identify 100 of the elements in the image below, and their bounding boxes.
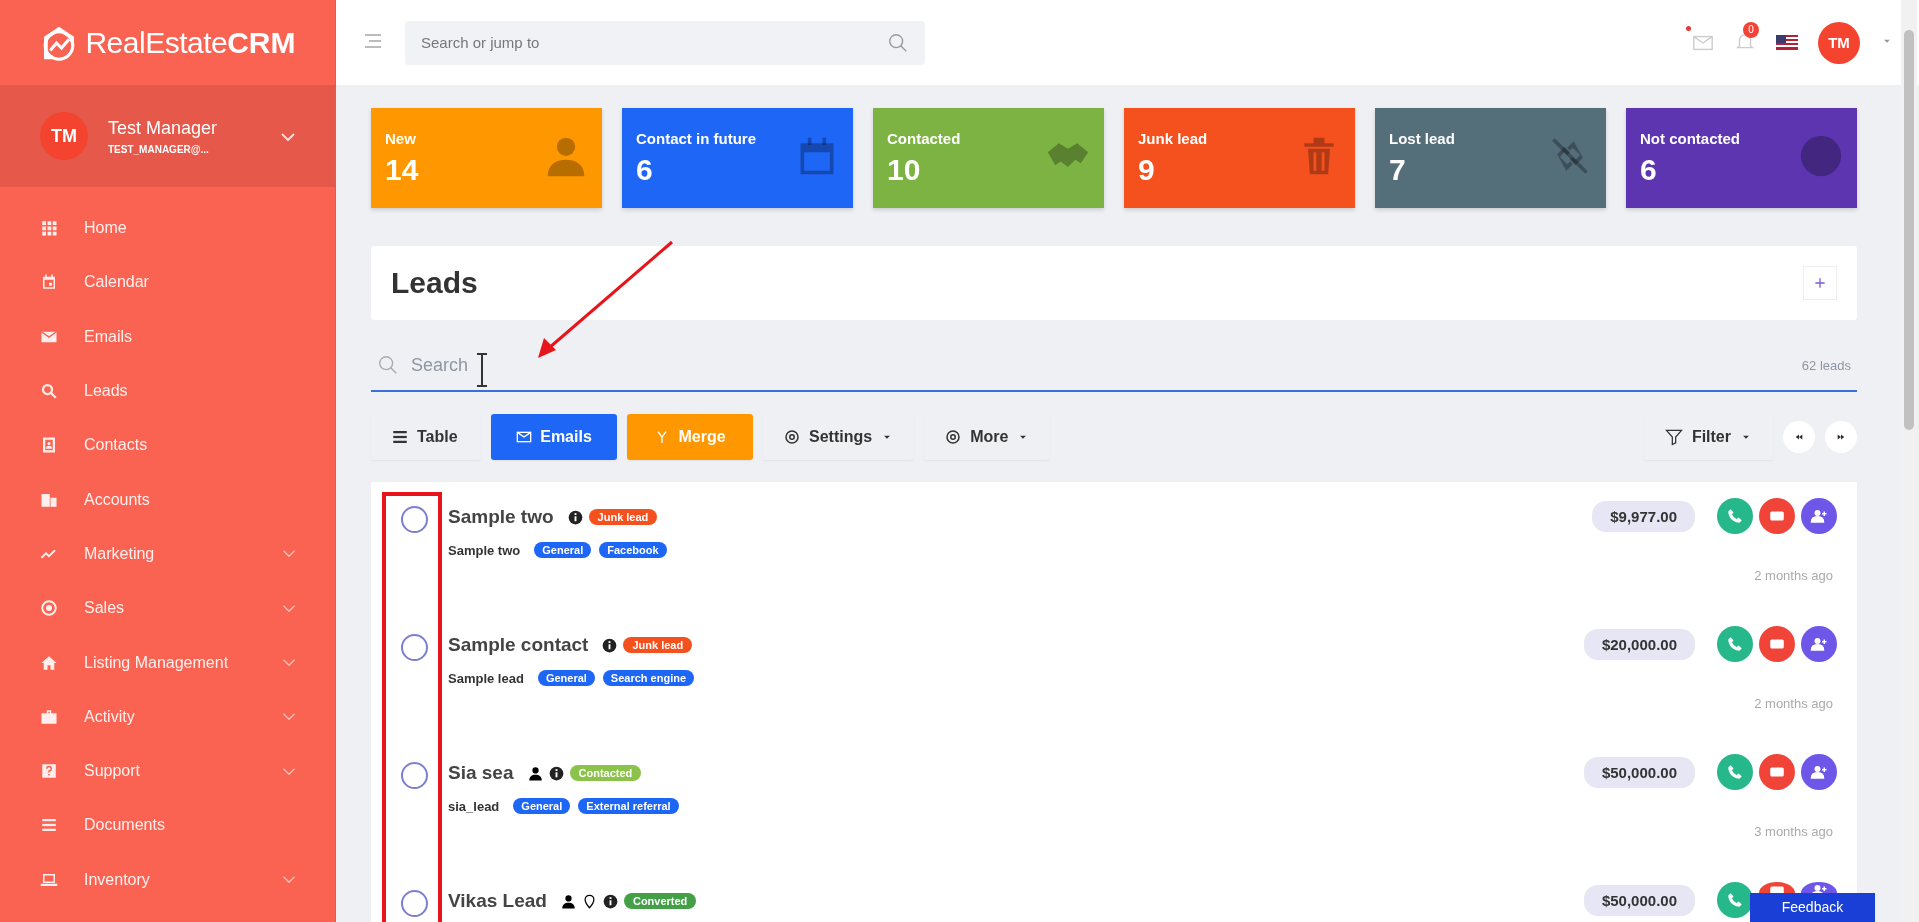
email-button[interactable] (1759, 626, 1795, 662)
lead-count: 62 leads (1801, 357, 1851, 373)
phone-icon (1726, 507, 1744, 525)
search-icon (40, 382, 58, 401)
sidebar-item[interactable]: Home (0, 201, 335, 256)
select-checkbox[interactable] (401, 634, 428, 661)
sidebar-item[interactable]: Leads (0, 363, 335, 419)
select-checkbox[interactable] (401, 506, 428, 533)
card-label: Not contacted (1640, 129, 1740, 147)
card-value: 9 (1138, 152, 1156, 187)
emails-button[interactable]: Emails (491, 414, 617, 460)
lead-search-field[interactable]: Search (409, 353, 1792, 377)
person-icon (560, 893, 576, 909)
user-avatar-button[interactable]: TM (1818, 21, 1860, 64)
sidebar-item[interactable]: Calendar (0, 255, 335, 310)
email-button[interactable] (1759, 498, 1795, 534)
previous-page-button[interactable] (1783, 421, 1815, 453)
mail-icon (516, 429, 533, 445)
help-icon (40, 762, 58, 781)
briefcase-icon (40, 707, 58, 726)
sidebar-item[interactable]: Support (0, 743, 335, 799)
card-value: 6 (636, 152, 654, 187)
sidebar-item[interactable]: Accounts (0, 472, 335, 527)
page-title: Leads (391, 266, 478, 300)
sidebar-item[interactable]: Contacts (0, 418, 335, 473)
pin-icon (581, 893, 597, 909)
info-icon (567, 509, 583, 525)
lead-name: Sample two (448, 506, 554, 528)
chevron-down-icon (283, 767, 295, 775)
table-view-button[interactable]: Table (371, 414, 481, 460)
chevron-down-icon (283, 604, 295, 612)
stat-card[interactable]: Contact in future 6 (622, 108, 853, 208)
add-button[interactable] (1803, 266, 1837, 300)
card-value: 7 (1389, 152, 1407, 187)
call-button[interactable] (1717, 882, 1753, 918)
card-label: Lost lead (1389, 129, 1455, 147)
email-button[interactable] (1759, 754, 1795, 790)
feedback-button[interactable]: Feedback (1750, 893, 1875, 922)
text-cursor-icon (475, 352, 489, 388)
card-value: 10 (887, 152, 922, 187)
time-ago: 2 months ago (1754, 568, 1833, 583)
sidebar-item[interactable]: Inventory (0, 852, 335, 907)
chevron-down-icon (283, 550, 295, 558)
next-page-button[interactable] (1825, 421, 1857, 453)
tag: Search engine (602, 670, 695, 686)
chevron-down-icon (283, 659, 295, 666)
search-field[interactable]: Search or jump to (405, 20, 925, 65)
chevron-down-icon[interactable] (281, 133, 295, 141)
sidebar-item[interactable]: Listing Management (0, 635, 335, 690)
add-user-icon (1810, 635, 1828, 653)
stat-card[interactable]: Lost lead 7 (1375, 108, 1606, 208)
dropdown-button[interactable]: Settings (763, 414, 915, 460)
stat-card[interactable]: Contacted 10 (873, 108, 1104, 208)
fast-forward-icon (1836, 432, 1846, 442)
time-ago: 2 months ago (1754, 696, 1833, 711)
tag: General (534, 542, 592, 558)
user-email: TEST_MANAGER@... (108, 143, 210, 155)
scrollbar-thumb[interactable] (1904, 30, 1914, 430)
select-checkbox[interactable] (401, 762, 428, 789)
amount: $9,977.00 (1592, 500, 1695, 532)
assign-button[interactable] (1801, 498, 1837, 534)
sidebar-item[interactable]: Sales (0, 581, 335, 636)
assign-button[interactable] (1801, 626, 1837, 662)
assign-button[interactable] (1801, 754, 1837, 790)
card-label: Junk lead (1138, 129, 1208, 147)
info-icon (602, 893, 618, 909)
card-label: Contacted (887, 129, 961, 147)
info-icon (602, 637, 618, 653)
brand-name: RealEstateCRM (85, 25, 296, 60)
search-icon (887, 31, 909, 54)
target-icon (40, 599, 58, 618)
calendar-icon (40, 273, 58, 292)
add-user-icon (1810, 763, 1828, 781)
sidebar-item[interactable]: Emails (0, 309, 335, 364)
select-checkbox[interactable] (401, 890, 428, 917)
lead-name: Sample contact (448, 634, 589, 656)
phone-icon (1726, 635, 1744, 653)
notification-badge: 0 (1743, 21, 1759, 38)
stat-card[interactable]: Junk lead 9 (1124, 108, 1355, 208)
filter-icon (1663, 427, 1684, 447)
tag: General (537, 670, 595, 686)
tag: General (513, 798, 571, 814)
user-avatar: TM (40, 112, 88, 160)
stat-card[interactable]: Not contacted 6 (1626, 108, 1857, 208)
user-name: Test Manager (108, 117, 219, 139)
dropdown-button[interactable]: More (924, 414, 1051, 460)
amount: $50,000.00 (1583, 756, 1695, 788)
tag: Facebook (599, 542, 667, 558)
filter-button[interactable]: Filter (1643, 414, 1773, 460)
status-badge: Converted (623, 893, 697, 909)
stat-card[interactable]: New 14 (371, 108, 602, 208)
sidebar-item[interactable]: Activity (0, 689, 335, 744)
merge-button[interactable]: Merge (627, 414, 753, 460)
info-icon (548, 765, 564, 781)
sidebar-item[interactable]: Marketing (0, 526, 335, 582)
sidebar-item[interactable]: Documents (0, 798, 335, 853)
phone-icon (1726, 891, 1744, 909)
card-label: Contact in future (636, 129, 756, 147)
status-badge: Junk lead (623, 637, 693, 653)
search-icon (377, 354, 399, 376)
